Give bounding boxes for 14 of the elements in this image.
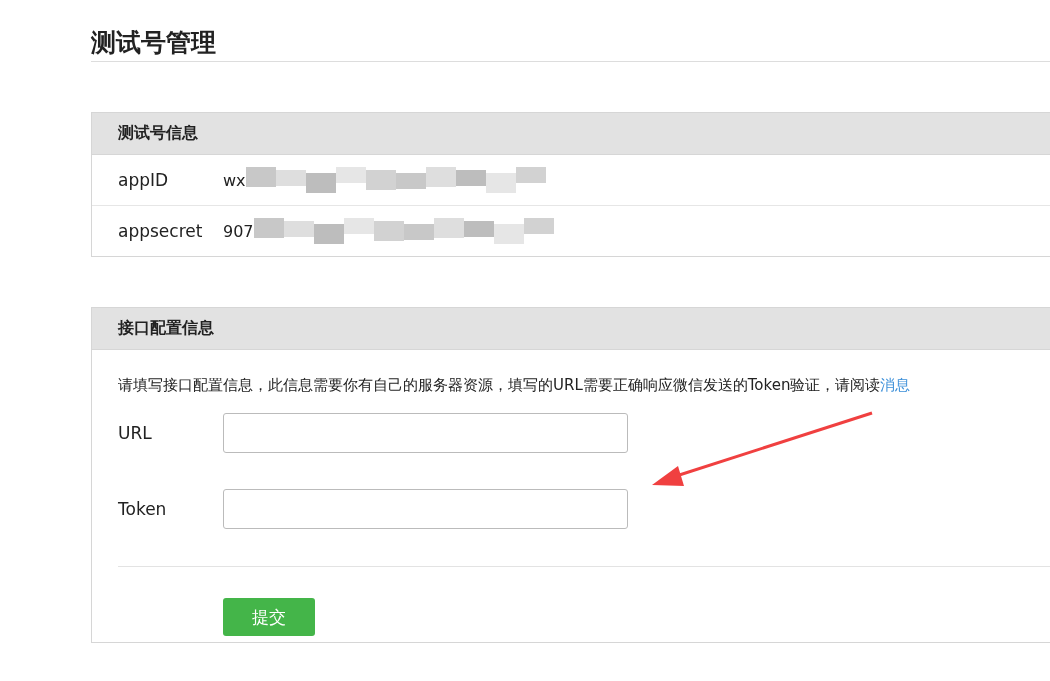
submit-button[interactable]: 提交 <box>223 598 315 636</box>
panel-title: 接口配置信息 <box>118 318 214 339</box>
page-title: 测试号管理 <box>91 27 217 59</box>
field-value: wx <box>223 170 246 190</box>
field-label: appID <box>118 170 170 190</box>
input-field[interactable] <box>223 489 628 529</box>
input-field[interactable] <box>223 413 628 453</box>
description-text: 请填写接口配置信息，此信息需要你有自己的服务器资源，填写的URL需要正确响应微信发送的Token验证，请阅读消息 <box>118 376 912 395</box>
panel-title: 测试号信息 <box>118 123 198 144</box>
field-label: appsecret <box>118 221 204 241</box>
doc-link[interactable]: 消息 <box>880 376 911 394</box>
field-label: URL <box>118 423 153 443</box>
field-value: 907 <box>223 221 254 241</box>
field-label: Token <box>118 499 168 519</box>
